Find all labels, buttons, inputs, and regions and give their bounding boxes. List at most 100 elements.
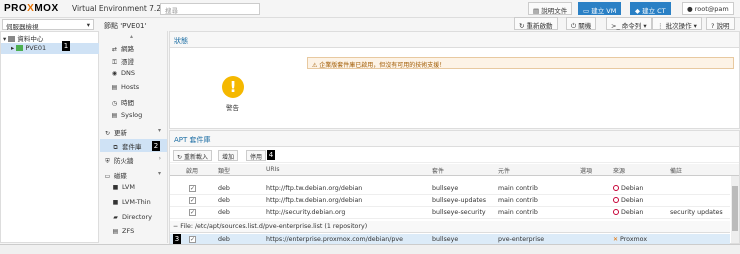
menu-group-firewall[interactable]: ⛨ 防火牆 › xyxy=(100,153,167,166)
suite-cell: bullseye-updates xyxy=(432,197,486,204)
column-header[interactable]: 啟用 xyxy=(186,166,198,175)
column-header[interactable]: 備註 xyxy=(670,166,682,175)
search-input[interactable]: 搜尋 xyxy=(160,3,260,15)
shutdown-button[interactable]: ⏻ 關機 xyxy=(566,17,597,30)
reboot-button[interactable]: ↻ 重新啟動 xyxy=(514,17,558,30)
table-row[interactable]: ✓ deb http://security.debian.org bullsey… xyxy=(170,207,730,219)
chevron-down-icon: ▾ xyxy=(641,22,647,30)
menu-item-syslog[interactable]: ▤ Syslog xyxy=(100,109,167,122)
status-panel-title: 狀態 xyxy=(170,32,739,48)
column-header[interactable]: 來源 xyxy=(613,166,625,175)
step-badge: 3 xyxy=(173,234,181,244)
table-row[interactable]: ✓ deb http://ftp.tw.debian.org/debian bu… xyxy=(170,195,730,207)
origin-cell: Debian xyxy=(613,185,643,192)
book-icon: ▤ xyxy=(533,7,542,15)
create-vm-button[interactable]: ▭ 建立 VM xyxy=(578,2,622,15)
column-header[interactable]: 套件 xyxy=(432,166,444,175)
menu-group-updates[interactable]: ↻ 更新 ▾ xyxy=(100,125,167,138)
certificate-icon: ⚿ xyxy=(112,59,117,66)
help-button[interactable]: ? 說明 xyxy=(706,17,735,30)
task-log-bar[interactable] xyxy=(0,244,740,254)
create-ct-button[interactable]: ◆ 建立 CT xyxy=(630,2,671,15)
warning-label: 警告 xyxy=(226,104,239,112)
type-cell: deb xyxy=(218,236,230,243)
shell-button[interactable]: >_ 命令列 ▾ xyxy=(606,17,652,30)
enabled-checkbox[interactable]: ✓ xyxy=(189,236,196,243)
comment-cell: security updates xyxy=(670,209,723,216)
node-menu: ▴ ⇄ 網路 ⚿ 憑證 ◉ DNS ▤ Hosts ◷ 時間 ▤ Syslog ↻ 更新 ▾ ⧉… xyxy=(100,31,168,243)
uri-cell: http://security.debian.org xyxy=(266,209,346,216)
components-cell: main contrib xyxy=(498,209,538,216)
type-cell: deb xyxy=(218,197,230,204)
menu-item-dns[interactable]: ◉ DNS xyxy=(100,67,167,80)
file-group-header[interactable]: − File: /etc/apt/sources.list.d/pve-ente… xyxy=(170,221,730,233)
menu-group-disks[interactable]: ▭ 磁碟 ▾ xyxy=(100,168,167,181)
menu-item-certificates[interactable]: ⚿ 憑證 xyxy=(100,54,167,67)
list-icon: ▤ xyxy=(111,112,118,119)
files-icon: ⧉ xyxy=(113,144,118,151)
clock-icon: ◷ xyxy=(111,100,118,107)
scrollbar-thumb[interactable] xyxy=(732,186,738,231)
column-header[interactable]: URIs xyxy=(266,166,279,173)
top-bar: PROXMOX Virtual Environment 7.2-3 搜尋 ▤ 說… xyxy=(0,0,740,18)
resource-tree: ▾ 資料中心 ▸ PVE01 xyxy=(0,31,99,243)
square-icon: ■ xyxy=(112,199,119,206)
proxmox-logo: PROXMOX xyxy=(4,3,59,14)
components-cell: main contrib xyxy=(498,197,538,204)
menu-item-lvm[interactable]: ■ LVM xyxy=(100,181,167,194)
square-icon: ■ xyxy=(112,184,119,191)
tree-item-pve01[interactable]: ▸ PVE01 xyxy=(1,43,99,54)
menu-item-zfs[interactable]: ▤ ZFS xyxy=(100,225,167,238)
disk-icon: ▭ xyxy=(104,173,111,180)
debian-icon xyxy=(613,185,619,191)
uri-cell: http://ftp.tw.debian.org/debian xyxy=(266,185,363,192)
breadcrumb: 節點 'PVE01' xyxy=(104,22,147,30)
bulk-actions-button[interactable]: ⋮ 批次操作 ▾ xyxy=(652,17,702,30)
server-icon xyxy=(8,36,16,42)
menu-item-lvm-thin[interactable]: ■ LVM-Thin xyxy=(100,196,167,209)
column-header[interactable]: 類型 xyxy=(218,166,230,175)
enabled-checkbox[interactable]: ✓ xyxy=(189,185,196,192)
shield-icon: ⛨ xyxy=(105,158,110,165)
suite-cell: bullseye xyxy=(432,185,459,192)
refresh-icon: ↻ xyxy=(104,130,111,137)
type-cell: deb xyxy=(218,209,230,216)
table-row[interactable]: ✓ deb http://ftp.tw.debian.org/debian bu… xyxy=(170,183,730,195)
view-selector[interactable]: 伺服器檢視 ▾ xyxy=(2,19,94,31)
tree-item-datacenter[interactable]: ▾ 資料中心 xyxy=(1,32,99,43)
column-header[interactable]: 選項 xyxy=(580,166,592,175)
uri-cell: https://enterprise.proxmox.com/debian/pv… xyxy=(266,236,403,243)
menu-icon: ⋮ xyxy=(657,22,666,30)
warning-banner: ⚠ 企業版套件庫已啟用，但沒有可用的技術支援！ xyxy=(307,57,734,69)
vertical-scrollbar[interactable] xyxy=(731,176,739,243)
chevron-down-icon: ▾ xyxy=(157,170,161,177)
apt-toolbar: ↻ 重新載入 增加 停用 xyxy=(170,147,739,163)
step-badge: 4 xyxy=(267,150,275,160)
folder-icon: ▰ xyxy=(113,214,118,221)
components-cell: main contrib xyxy=(498,185,538,192)
enabled-checkbox[interactable]: ✓ xyxy=(189,197,196,204)
chevron-up-icon: ▴ xyxy=(130,33,134,40)
add-button[interactable]: 增加 xyxy=(218,150,239,161)
origin-cell: Debian xyxy=(613,209,643,216)
step-badge: 2 xyxy=(152,141,160,151)
column-header[interactable]: 元件 xyxy=(498,166,510,175)
version-label: Virtual Environment 7.2-3 xyxy=(72,4,169,13)
origin-cell: ✕ Proxmox xyxy=(613,236,648,243)
origin-cell: Debian xyxy=(613,197,643,204)
documentation-button[interactable]: ▤ 說明文件 xyxy=(528,2,573,15)
debian-icon xyxy=(613,197,619,203)
chevron-right-icon: › xyxy=(158,155,161,162)
chevron-down-icon: ▾ xyxy=(691,22,697,30)
menu-item-directory[interactable]: ▰ Directory xyxy=(100,211,167,224)
menu-item-hosts[interactable]: ▤ Hosts xyxy=(100,81,167,94)
file-icon: ▤ xyxy=(111,84,118,91)
status-panel: 狀態 ⚠ 企業版套件庫已啟用，但沒有可用的技術支援！ ! 警告 xyxy=(169,31,740,129)
user-menu-button[interactable]: ● root@pam xyxy=(682,2,734,15)
disable-button[interactable]: 停用 xyxy=(246,150,267,161)
menu-item-time[interactable]: ◷ 時間 xyxy=(100,95,167,108)
menu-item-network[interactable]: ⇄ 網路 xyxy=(100,41,167,54)
enabled-checkbox[interactable]: ✓ xyxy=(189,209,196,216)
reload-button[interactable]: ↻ 重新載入 xyxy=(173,150,212,161)
type-cell: deb xyxy=(218,185,230,192)
